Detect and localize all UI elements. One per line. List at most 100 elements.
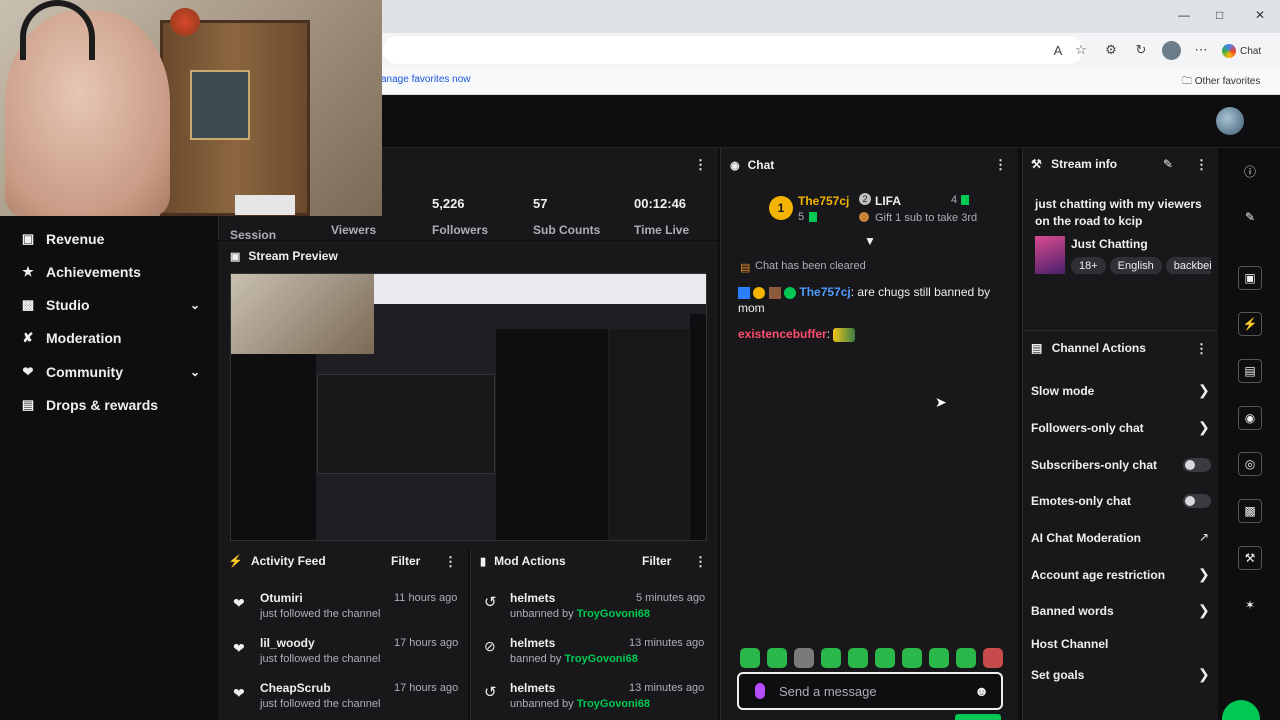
emote-icon[interactable]	[740, 648, 760, 668]
target-user: helmets	[510, 591, 556, 605]
activity-filter-button[interactable]: Filter	[391, 554, 420, 568]
wrench-icon[interactable]: ⚒	[1238, 546, 1262, 570]
subscribers-only-label[interactable]: Subscribers-only chat	[1031, 458, 1157, 472]
ban-icon: ⊘	[484, 638, 496, 654]
maximize-icon[interactable]: □	[1216, 8, 1223, 22]
favorite-star-icon[interactable]: ☆	[1071, 42, 1091, 58]
emotes-only-toggle[interactable]	[1183, 494, 1211, 508]
tag[interactable]: 18+	[1071, 257, 1106, 274]
nav-item-achievements[interactable]: ★ Achievements	[0, 255, 218, 289]
subscribers-only-toggle[interactable]	[1183, 458, 1211, 472]
emote-icon[interactable]	[902, 648, 922, 668]
browser-profile-avatar[interactable]	[1162, 41, 1181, 60]
chat-more-icon[interactable]: ⋮	[994, 157, 1007, 173]
event-time: 11 hours ago	[394, 592, 458, 604]
list-item[interactable]: ❤ Otumiri just followed the channel 11 h…	[230, 590, 460, 635]
chevron-right-icon[interactable]: ❯	[1198, 666, 1210, 683]
account-age-label[interactable]: Account age restriction	[1031, 568, 1165, 582]
chat-username[interactable]: The757cj	[799, 285, 850, 299]
mod-filter-button[interactable]: Filter	[642, 554, 671, 568]
chevron-right-icon[interactable]: ❯	[1198, 602, 1210, 619]
stream-info-more-icon[interactable]: ⋮	[1195, 157, 1208, 173]
history-icon[interactable]: ↻	[1131, 42, 1151, 58]
clip-icon[interactable]: ▣	[1238, 266, 1262, 290]
chat-message-input[interactable]: Send a message ☻	[737, 672, 1003, 710]
event-time: 13 minutes ago	[629, 637, 705, 649]
nav-item-drops[interactable]: ▤ Drops & rewards	[0, 388, 218, 422]
session-label: Session	[230, 228, 277, 242]
category-boxart[interactable]	[1035, 236, 1065, 274]
list-item[interactable]: ❤ CheapScrub just followed the channel 1…	[230, 680, 460, 720]
read-aloud-icon[interactable]: A	[1048, 43, 1068, 58]
copilot-chat-button[interactable]: Chat	[1222, 41, 1261, 61]
edit-pencil-icon[interactable]: ✎	[1163, 157, 1173, 171]
banned-words-label[interactable]: Banned words	[1031, 604, 1114, 618]
tag[interactable]: backbei	[1165, 257, 1211, 274]
mod-action-text: unbanned by	[510, 698, 574, 710]
nav-item-community[interactable]: ❤ Community ⌄	[0, 355, 218, 389]
chat-cleared-notice: Chat has been cleared	[755, 260, 866, 272]
extensions-icon[interactable]: ⚙	[1101, 42, 1121, 58]
host-channel-label[interactable]: Host Channel	[1031, 637, 1108, 651]
emote-picker-icon[interactable]: ☻	[974, 683, 989, 699]
emote-icon[interactable]	[794, 648, 814, 668]
emote-icon[interactable]	[821, 648, 841, 668]
set-goals-label[interactable]: Set goals	[1031, 668, 1084, 682]
list-item[interactable]: ⊘ helmets banned by TroyGovoni68 13 minu…	[482, 635, 708, 680]
chat-bubble-icon[interactable]: ◉	[1238, 406, 1262, 430]
nav-item-moderation[interactable]: ✘ Moderation	[0, 321, 218, 355]
minimize-icon[interactable]: —	[1178, 8, 1190, 22]
collapse-leaderboard-icon[interactable]: ▼	[864, 234, 876, 248]
emote-icon[interactable]	[875, 648, 895, 668]
leader-first-name[interactable]: The757cj	[798, 194, 849, 208]
close-window-icon[interactable]: ✕	[1255, 8, 1265, 22]
share-icon[interactable]: ✶	[1238, 593, 1262, 617]
list-item[interactable]: ❤ lil_woody just followed the channel 17…	[230, 635, 460, 680]
emote-icon[interactable]	[767, 648, 787, 668]
followers-only-label[interactable]: Followers-only chat	[1031, 421, 1144, 435]
stats-more-icon[interactable]: ⋮	[694, 157, 707, 173]
info-icon[interactable]: ⓘ	[1238, 159, 1262, 183]
tag[interactable]: English	[1109, 257, 1162, 274]
nav-item-revenue[interactable]: ▣ Revenue	[0, 222, 218, 256]
emote-icon[interactable]	[848, 648, 868, 668]
notes-icon[interactable]: ▤	[1238, 359, 1262, 383]
microphone-icon[interactable]	[755, 683, 765, 699]
list-item[interactable]: ↺ helmets unbanned by TroyGovoni68 5 min…	[482, 590, 708, 635]
channel-actions-header: ▤ Channel Actions	[1031, 341, 1146, 355]
emotes-only-label[interactable]: Emotes-only chat	[1031, 494, 1131, 508]
ad-icon[interactable]: ▩	[1238, 499, 1262, 523]
stream-preview-video[interactable]	[230, 273, 707, 541]
slow-mode-label[interactable]: Slow mode	[1031, 384, 1094, 398]
chevron-right-icon[interactable]: ❯	[1198, 382, 1210, 399]
gift-sub-prompt[interactable]: Gift 1 sub to take 3rd	[875, 212, 977, 224]
browser-menu-icon[interactable]: ⋯	[1191, 42, 1211, 58]
chat-message[interactable]: existencebuffer:	[738, 326, 1010, 342]
other-favorites-folder[interactable]: 🗀 Other favorites	[1182, 74, 1260, 91]
category-name[interactable]: Just Chatting	[1071, 237, 1148, 251]
emote-icon[interactable]	[983, 648, 1003, 668]
list-item[interactable]: ↺ helmets unbanned by TroyGovoni68 13 mi…	[482, 680, 708, 720]
lightning-icon[interactable]: ⚡	[1238, 312, 1262, 336]
edit-icon[interactable]: ✎	[1238, 205, 1262, 229]
gift-badge-icon	[753, 286, 766, 299]
broadcast-icon[interactable]: ◎	[1238, 452, 1262, 476]
channel-actions-more-icon[interactable]: ⋮	[1195, 341, 1208, 357]
user-avatar[interactable]	[1216, 107, 1244, 135]
emote-icon[interactable]	[956, 648, 976, 668]
chat-message[interactable]: The757cj: are chugs still banned by mom	[738, 284, 1010, 316]
ai-moderation-label[interactable]: AI Chat Moderation	[1031, 531, 1141, 545]
external-link-icon[interactable]: ↗	[1199, 530, 1209, 544]
mod-more-icon[interactable]: ⋮	[694, 554, 707, 570]
address-bar[interactable]	[383, 36, 1083, 64]
emote-icon[interactable]	[929, 648, 949, 668]
chat-username[interactable]: existencebuffer	[738, 327, 827, 341]
manage-favorites-link[interactable]: anage favorites now	[381, 74, 471, 85]
send-button[interactable]	[955, 714, 1001, 720]
leader-second-name[interactable]: LIFA	[875, 194, 901, 208]
chevron-right-icon[interactable]: ❯	[1198, 419, 1210, 436]
activity-more-icon[interactable]: ⋮	[444, 554, 457, 570]
headset	[20, 0, 95, 60]
chevron-right-icon[interactable]: ❯	[1198, 566, 1210, 583]
nav-item-studio[interactable]: ▩ Studio ⌄	[0, 288, 218, 322]
